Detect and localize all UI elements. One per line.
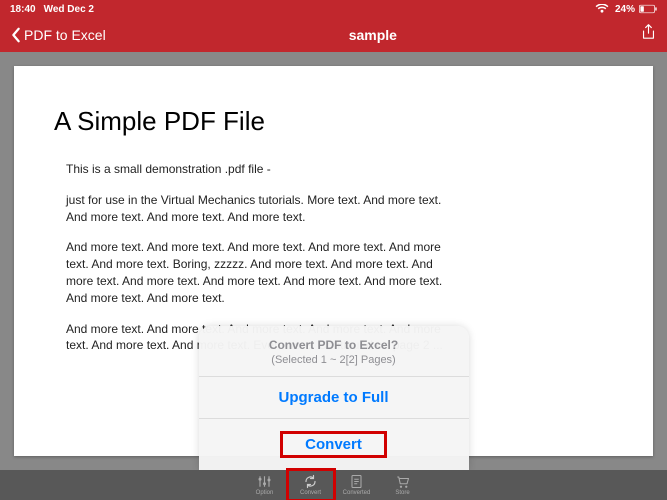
- pdf-paragraph: This is a small demonstration .pdf file …: [66, 161, 454, 178]
- convert-label: Convert: [280, 431, 387, 458]
- wifi-icon: [593, 4, 611, 14]
- cart-icon: [395, 474, 410, 489]
- conversion-popup: Convert PDF to Excel? (Selected 1 ~ 2[2]…: [199, 326, 469, 470]
- status-date: Wed Dec 2: [44, 4, 94, 15]
- tab-bar: Option Convert Converted Store: [0, 470, 667, 500]
- refresh-icon: [303, 474, 318, 489]
- status-time: 18:40: [10, 4, 36, 15]
- nav-bar: PDF to Excel sample: [0, 18, 667, 52]
- share-button[interactable]: [640, 24, 657, 46]
- back-button[interactable]: PDF to Excel: [10, 27, 106, 43]
- share-icon: [640, 24, 657, 41]
- battery-icon: [639, 4, 657, 14]
- back-label: PDF to Excel: [24, 27, 106, 43]
- sliders-icon: [257, 474, 272, 489]
- tab-label: Converted: [343, 490, 371, 496]
- pdf-title: A Simple PDF File: [54, 106, 613, 137]
- popup-subtitle: (Selected 1 ~ 2[2] Pages): [209, 354, 459, 366]
- tab-convert[interactable]: Convert: [288, 470, 334, 500]
- page-title: sample: [349, 27, 397, 43]
- tab-label: Option: [256, 490, 274, 496]
- document-icon: [349, 474, 364, 489]
- tab-label: Convert: [300, 490, 321, 496]
- tab-store[interactable]: Store: [380, 470, 426, 500]
- battery-percent: 24%: [615, 4, 635, 15]
- upgrade-label: Upgrade to Full: [279, 389, 389, 406]
- chevron-left-icon: [10, 27, 22, 43]
- tab-converted[interactable]: Converted: [334, 470, 380, 500]
- status-bar: 18:40 Wed Dec 2 24%: [0, 0, 667, 18]
- convert-button[interactable]: Convert: [199, 418, 469, 470]
- pdf-paragraph: And more text. And more text. And more t…: [66, 239, 454, 306]
- pdf-paragraph: just for use in the Virtual Mechanics tu…: [66, 192, 454, 226]
- upgrade-button[interactable]: Upgrade to Full: [199, 376, 469, 418]
- popup-header: Convert PDF to Excel? (Selected 1 ~ 2[2]…: [199, 326, 469, 376]
- tab-option[interactable]: Option: [242, 470, 288, 500]
- popup-title: Convert PDF to Excel?: [209, 338, 459, 352]
- tab-label: Store: [395, 490, 409, 496]
